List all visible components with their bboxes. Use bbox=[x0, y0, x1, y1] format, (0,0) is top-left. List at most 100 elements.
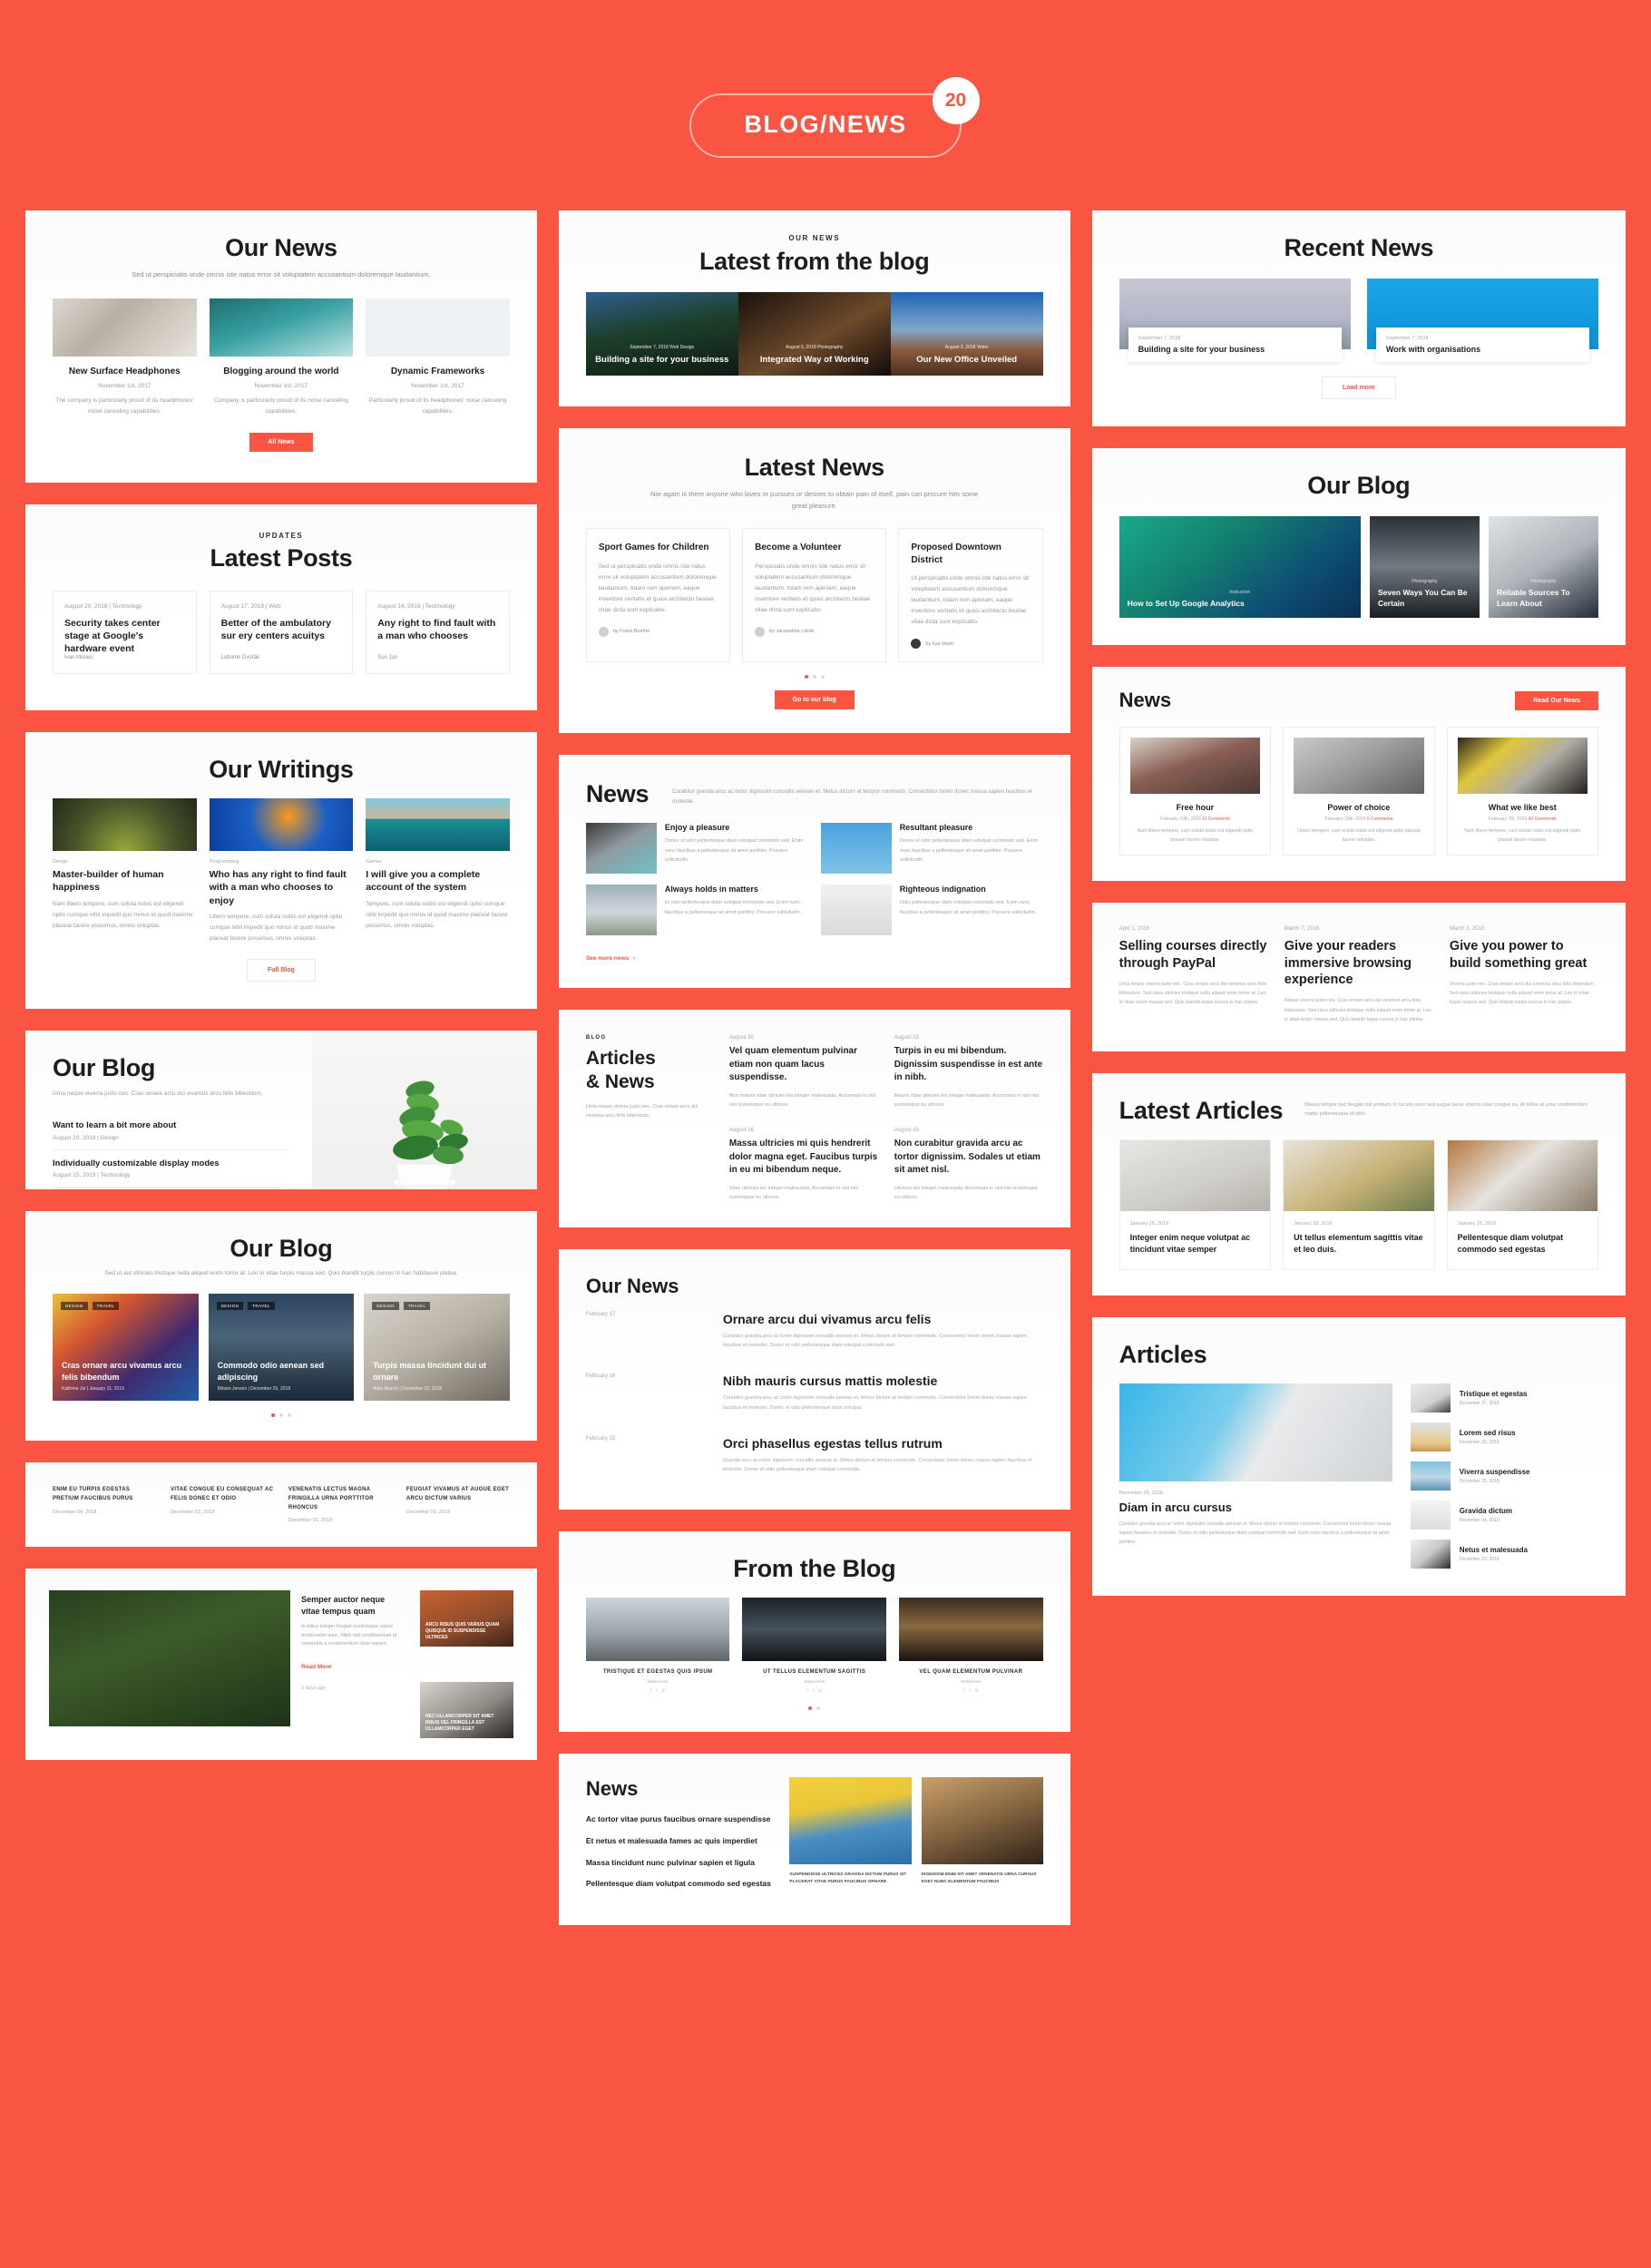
news-image-item[interactable]: DIGNISSIM ENIM SIT AMET VENENATIS URNA C… bbox=[921, 1777, 1043, 1900]
blog-grid-cell[interactable]: Photography Reliable Sources To Learn Ab… bbox=[1488, 516, 1598, 618]
blog-list-item[interactable]: Individually customizable display modes … bbox=[53, 1150, 288, 1188]
writing-item[interactable]: Programming Who has any right to find fa… bbox=[209, 798, 354, 944]
dot[interactable] bbox=[812, 675, 816, 679]
blog-list-item[interactable]: Want to learn a bit more about August 20… bbox=[53, 1112, 288, 1150]
strip-tile[interactable]: August 3, 2018 Video Our New Office Unve… bbox=[890, 292, 1043, 376]
linkedin-icon[interactable]: in bbox=[975, 1688, 979, 1694]
go-to-blog-button[interactable]: Go to our blog bbox=[774, 690, 855, 710]
news-card[interactable]: Become a Volunteer Perspiciatis unde omn… bbox=[742, 528, 887, 663]
full-blog-button[interactable]: Full Blog bbox=[246, 958, 316, 982]
news-image-item[interactable]: SUSPENDISSE ULTRICES GRAVIDA DICTUM PURU… bbox=[789, 1777, 912, 1900]
card-comments[interactable]: 5 Comments bbox=[1367, 816, 1392, 822]
read-more-link[interactable]: Read More bbox=[301, 1664, 331, 1670]
blog-cell[interactable]: UT TELLUS ELEMENTUM SAGITTIS Statements … bbox=[742, 1598, 887, 1694]
headline-column[interactable]: April 1, 2019 Selling courses directly t… bbox=[1119, 926, 1268, 1023]
carousel-dots[interactable] bbox=[53, 1413, 510, 1417]
dot[interactable] bbox=[820, 675, 825, 679]
facebook-icon[interactable]: f bbox=[650, 1688, 651, 1694]
twitter-icon[interactable]: t bbox=[813, 1688, 814, 1694]
carousel-dots[interactable] bbox=[586, 675, 1043, 679]
blog-grid-cell[interactable]: Instruction How to Set Up Google Analyti… bbox=[1119, 516, 1361, 618]
card-comments[interactable]: 42 Comments bbox=[1529, 816, 1557, 822]
dot-active[interactable] bbox=[804, 675, 808, 679]
news-card[interactable]: Proposed Downtown District Ut perspiciat… bbox=[898, 528, 1043, 663]
feature-text[interactable]: Semper auctor neque vitae tempus quam In… bbox=[301, 1590, 411, 1673]
carousel-dots[interactable] bbox=[586, 1706, 1043, 1711]
dot[interactable] bbox=[278, 1413, 283, 1417]
news-item[interactable]: Always holds in matters Et odio pellente… bbox=[585, 885, 808, 936]
post-card[interactable]: August 17, 2018 | Web Better of the ambu… bbox=[209, 590, 354, 675]
dot-active[interactable] bbox=[270, 1413, 275, 1417]
post-card[interactable]: August 20, 2018 | Technology Security ta… bbox=[53, 590, 197, 675]
blog-tile[interactable]: Photography Seven Ways You Can Be Certai… bbox=[1369, 516, 1480, 618]
writing-item[interactable]: Games I will give you a complete account… bbox=[366, 798, 510, 944]
news-row[interactable]: February 17 Ornare arcu dui vivamus arcu… bbox=[586, 1302, 1043, 1360]
dot[interactable] bbox=[816, 1706, 821, 1711]
list-item[interactable]: Netus et malesuada December 22, 2018 bbox=[1410, 1539, 1598, 1569]
blog-grid-cell[interactable]: Photography Seven Ways You Can Be Certai… bbox=[1369, 516, 1480, 618]
news-link[interactable]: Pellentesque diam volutpat commodo sed e… bbox=[586, 1878, 774, 1890]
list-item[interactable]: Tristique et egestas December 27, 2018 bbox=[1410, 1383, 1598, 1413]
news-row[interactable]: February 15 Orci phasellus egestas tellu… bbox=[586, 1426, 1043, 1484]
news-item[interactable]: New Surface Headphones November 1st, 201… bbox=[53, 298, 197, 417]
news-item[interactable]: Dynamic Frameworks November 1st, 2017 Pa… bbox=[366, 298, 510, 417]
twitter-icon[interactable]: t bbox=[969, 1688, 970, 1694]
news-item[interactable]: Righteous indignation Odio pellentesque … bbox=[820, 885, 1043, 936]
news-item[interactable]: Blogging around the world November 1st, … bbox=[209, 298, 354, 417]
headline-item[interactable]: ENIM EU TURPIS EGESTAS PRETIUM FAUCIBUS … bbox=[53, 1486, 156, 1524]
news-link[interactable]: Et netus et malesuada fames ac quis impe… bbox=[586, 1835, 774, 1847]
news-link[interactable]: Ac tortor vitae purus faucibus ornare su… bbox=[586, 1813, 774, 1825]
news-link[interactable]: Massa tincidunt nunc pulvinar sapien et … bbox=[586, 1857, 774, 1869]
news-item[interactable]: Resultant pleasure Donec et odio pellent… bbox=[820, 823, 1043, 875]
headline-column[interactable]: March 7, 2019 Give your readers immersiv… bbox=[1285, 926, 1433, 1023]
twitter-icon[interactable]: t bbox=[656, 1688, 657, 1694]
list-item[interactable]: Viverra suspendisse December 25, 2018 bbox=[1410, 1461, 1598, 1491]
card-comments[interactable]: 11 Comments bbox=[1202, 816, 1230, 822]
blog-tile[interactable]: Photography Reliable Sources To Learn Ab… bbox=[1488, 516, 1598, 618]
collage-thumb[interactable]: NEC ULLAMCORPER SIT AMET RISUS VEL FRING… bbox=[420, 1682, 513, 1739]
blog-cell[interactable]: VEL QUAM ELEMENTUM PULVINAR Statements f… bbox=[899, 1598, 1043, 1694]
facebook-icon[interactable]: f bbox=[963, 1688, 964, 1694]
collage-thumb[interactable]: ARCU RISUS QUIS VARIUS QUAM QUISQUE ID S… bbox=[420, 1590, 513, 1647]
feature-article[interactable]: December 29, 2018 Diam in arcu cursus Cu… bbox=[1119, 1383, 1392, 1569]
article-card[interactable]: January 15, 2019 Pellentesque diam volut… bbox=[1446, 1139, 1599, 1270]
dot-active[interactable] bbox=[808, 1706, 813, 1711]
article-block[interactable]: August 20 Vel quam elementum pulvinar et… bbox=[729, 1035, 878, 1110]
read-our-news-button[interactable]: Read Our News bbox=[1515, 690, 1598, 710]
post-card[interactable]: August 14, 2018 | Technology Any right t… bbox=[366, 590, 510, 675]
dot[interactable] bbox=[287, 1413, 291, 1417]
all-news-button[interactable]: All News bbox=[249, 432, 313, 452]
linkedin-icon[interactable]: in bbox=[818, 1688, 822, 1694]
list-item[interactable]: Gravida dictum December 24, 2018 bbox=[1410, 1500, 1598, 1530]
recent-item[interactable]: September 7, 2018 Work with organisation… bbox=[1366, 279, 1598, 362]
news-row[interactable]: February 16 Nibh mauris cursus mattis mo… bbox=[586, 1364, 1043, 1422]
strip-tile[interactable]: August 5, 2018 Photography Integrated Wa… bbox=[738, 292, 891, 376]
load-more-button[interactable]: Load more bbox=[1321, 376, 1396, 399]
strip-tile[interactable]: September 7, 2018 Web Design Building a … bbox=[585, 292, 738, 376]
recent-item[interactable]: September 7, 2018 Building a site for yo… bbox=[1119, 279, 1351, 362]
article-card[interactable]: January 20, 2019 Integer enim neque volu… bbox=[1119, 1139, 1272, 1270]
headline-column[interactable]: March 3, 2019 Give you power to build so… bbox=[1450, 926, 1598, 1023]
writing-item[interactable]: Design Master-builder of human happiness… bbox=[53, 798, 197, 944]
blog-cell[interactable]: TRISTIQUE ET EGESTAS QUIS IPSUM Statemen… bbox=[585, 1598, 730, 1694]
news-item[interactable]: Enjoy a pleasure Donec et odio pellentes… bbox=[585, 823, 808, 875]
news-card[interactable]: Sport Games for Children Sed ut perspici… bbox=[585, 528, 731, 663]
news-card[interactable]: Power of choice February 10th, 2019 5 Co… bbox=[1283, 727, 1435, 856]
blog-news-badge[interactable]: BLOG/NEWS 20 bbox=[689, 77, 980, 158]
article-block[interactable]: August 16 Massa ultricies mi quis hendre… bbox=[729, 1128, 878, 1202]
list-item[interactable]: Lorem sed risus December 26, 2018 bbox=[1410, 1422, 1598, 1452]
blog-tile[interactable]: Instruction How to Set Up Google Analyti… bbox=[1119, 516, 1361, 618]
news-card[interactable]: What we like best February 7th, 2019 42 … bbox=[1446, 727, 1599, 856]
blog-tile[interactable]: DESIGN TRAVEL Cras ornare arcu vivamus a… bbox=[53, 1293, 199, 1401]
article-block[interactable]: August 15 Non curabitur gravida arcu ac … bbox=[894, 1128, 1043, 1202]
headline-item[interactable]: VENENATIS LECTUS MAGNA FRINGILLA URNA PO… bbox=[288, 1486, 392, 1524]
news-card[interactable]: Free hour February 10th, 2019 11 Comment… bbox=[1119, 727, 1272, 856]
headline-item[interactable]: VITAE CONGUE EU CONSEQUAT AC FELIS DONEC… bbox=[171, 1486, 274, 1524]
article-block[interactable]: August 18 Turpis in eu mi bibendum. Dign… bbox=[894, 1035, 1043, 1110]
headline-item[interactable]: FEUGIAT VIVAMUS AT AUGUE EGET ARCU DICTU… bbox=[406, 1486, 510, 1524]
linkedin-icon[interactable]: in bbox=[662, 1688, 666, 1694]
facebook-icon[interactable]: f bbox=[806, 1688, 807, 1694]
article-card[interactable]: January 18, 2019 Ut tellus elementum sag… bbox=[1283, 1139, 1435, 1270]
see-more-news-link[interactable]: See more news bbox=[586, 955, 629, 962]
blog-tile[interactable]: DESIGN TRAVEL Commodo odio aenean sed ad… bbox=[208, 1293, 355, 1401]
